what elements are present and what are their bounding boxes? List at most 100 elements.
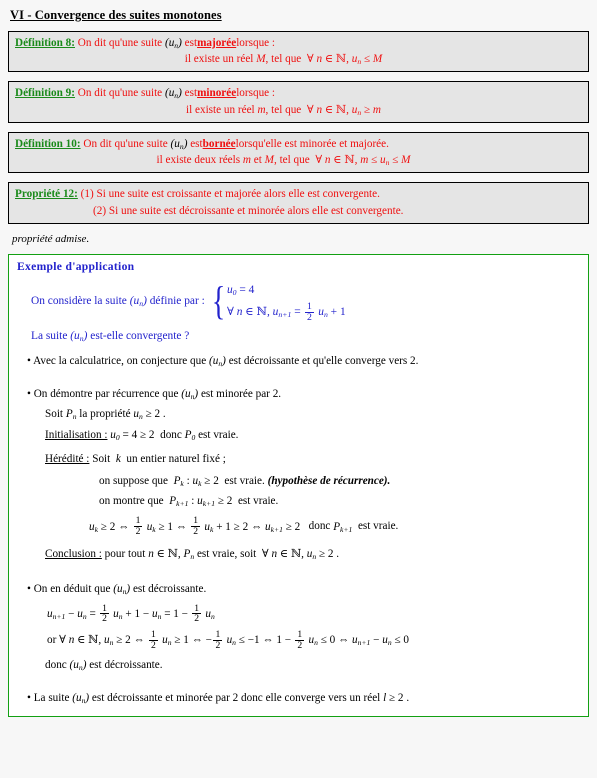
heredite-recurrence-note: (hypothèse de récurrence). (267, 474, 391, 487)
definition-8-line-1: Définition 8: On dit qu'une suite (un) e… (15, 35, 582, 51)
system-brace-icon: { (211, 278, 226, 324)
system-row-recurrence: ∀ n ∈ ℕ, un+1 = 12 un + 1 (226, 300, 346, 323)
example-question-suffix: est-elle convergente ? (90, 330, 190, 343)
definition-8-statement-mid: , tel que (265, 53, 302, 66)
conclusion-text: pour tout n ∈ ℕ, Pn est vraie, soit ∀ n … (104, 547, 340, 561)
example-bullet-3: • On en déduit que (un) est décroissante… (27, 582, 207, 596)
definition-10-statement-mid: , tel que (273, 154, 310, 167)
property-12-label: Propriété 12: (15, 188, 78, 201)
definition-10-intro-after: lorsqu'elle est minorée et majorée. (235, 137, 389, 150)
property-pn-symbol: Pn (65, 407, 77, 421)
definition-10-line-1: Définition 10: On dit qu'une suite (un) … (15, 136, 582, 152)
definition-9-intro-mid: est (184, 87, 198, 100)
definition-9-formula: ∀ n ∈ ℕ, un ≥ m (306, 102, 381, 117)
property-box-12: Propriété 12: (1) Si une suite est crois… (8, 182, 589, 224)
example-question-sequence: (un) (70, 330, 88, 343)
definition-8-line-2: il existe un réel M, tel que ∀ n ∈ ℕ, un… (15, 51, 582, 67)
decreasing-conclusion: donc (un) est décroissante. (45, 657, 580, 674)
definition-8-statement-prefix: il existe un réel (184, 53, 254, 66)
property-pn-definition: Soit Pn la propriété un ≥ 2 . (45, 406, 580, 423)
heredite-line3-suffix: est vraie. (237, 494, 279, 507)
property-12-line-1: Propriété 12: (1) Si une suite est crois… (15, 186, 582, 202)
definition-8-keyword: majorée (197, 37, 237, 49)
definition-8-label: Définition 8: (15, 37, 75, 49)
property-12-item-1: (1) Si une suite est croissante et major… (80, 188, 380, 201)
heredite-label: Hérédité : (45, 453, 90, 466)
definition-10-statement-prefix: il existe deux réels (156, 154, 241, 167)
admitted-property-note: propriété admise. (12, 232, 90, 245)
donc-prefix: donc (45, 658, 67, 671)
example-question: La suite (un) est-elle convergente ? (31, 330, 580, 343)
definition-9-intro-after: lorsque : (236, 87, 276, 100)
example-bullet-2: • On démontre par récurrence que (un) es… (27, 387, 282, 401)
system-row-initial: u0 = 4 (226, 283, 255, 297)
definition-8-intro-after: lorsque : (236, 37, 276, 49)
donc-sequence: (un) (69, 658, 87, 672)
document-page: VI - Convergence des suites monotones Dé… (0, 0, 597, 778)
conclusion-line: Conclusion : pour tout n ∈ ℕ, Pn est vra… (45, 544, 580, 565)
example-bullet-1: • Avec la calculatrice, on conjecture qu… (27, 355, 419, 368)
heredite-line2-prefix: on suppose que (99, 474, 168, 487)
page-title: VI - Convergence des suites monotones (10, 8, 222, 22)
decreasing-equivalence-chain: or ∀ n ∈ ℕ, un ≥ 2 ⇔ 12 un ≥ 1 ⇔ −1 2 un … (47, 629, 409, 651)
property-12-item-2: (2) Si une suite est décroissante et min… (93, 204, 404, 217)
example-definition-statement: On considère la suite (un) définie par :… (31, 280, 580, 323)
bullet-3-sequence: (un) (113, 582, 131, 596)
definition-10-statement-var: m (242, 154, 251, 167)
definition-10-keyword: bornée (202, 137, 236, 150)
initialisation-label: Initialisation : (45, 429, 108, 442)
conclusion-label: Conclusion : (45, 548, 102, 561)
definition-box-10: Définition 10: On dit qu'une suite (un) … (8, 131, 589, 174)
bullet-3-text-after: est décroissante. (132, 582, 207, 595)
bullet-2-sequence: (un) (181, 387, 199, 401)
definition-8-intro-mid: est (184, 37, 198, 49)
example-intro-text: On considère la suite (31, 295, 127, 308)
definition-10-intro: On dit qu'une suite (83, 137, 168, 150)
definition-8-statement-var: M (256, 53, 266, 66)
definition-9-line-2: il existe un réel m, tel que ∀ n ∈ ℕ, un… (15, 102, 582, 118)
definition-9-statement-prefix: il existe un réel (186, 103, 255, 116)
heredite-text: Soit k un entier naturel fixé ; (92, 453, 226, 466)
definition-10-formula: ∀ n ∈ ℕ, m ≤ un ≤ M (315, 153, 411, 168)
system-frac-denominator: 2 (304, 311, 314, 323)
initialisation-formula: u0 = 4 ≥ 2 donc P0 est vraie. (110, 429, 239, 443)
heredite-goal-line: on montre que Pk+1 : uk+1 ≥ 2 est vraie. (99, 493, 580, 510)
difference-equation: un+1 − un = 12 un + 1 − un = 1 − 12 un (47, 602, 215, 625)
bullet-4-sequence: (un) (72, 691, 90, 705)
definition-9-intro: On dit qu'une suite (77, 87, 163, 100)
bullet-4-limit: l ≥ 2 . (383, 691, 410, 704)
bullet-1-text-before: Avec la calculatrice, on conjecture que (33, 355, 207, 367)
definition-box-8: Définition 8: On dit qu'une suite (un) e… (8, 31, 589, 73)
heredite-line2-mid: est vraie. (224, 474, 265, 487)
definition-9-sequence: (un) (164, 87, 182, 101)
heredite-hypothesis-formula: Pk : uk ≥ 2 (173, 474, 219, 488)
heredite-chain-conclusion: donc Pk+1 est vraie. (308, 520, 399, 534)
initialisation-line: Initialisation : u0 = 4 ≥ 2 donc P0 est … (45, 425, 580, 446)
heredite-hypothesis-line: on suppose que Pk : uk ≥ 2 est vraie. (h… (99, 473, 580, 490)
soit-prefix: Soit (45, 407, 64, 420)
example-intro-after: définie par : (149, 295, 205, 308)
definition-box-9: Définition 9: On dit qu'une suite (un) e… (8, 81, 589, 123)
definition-8-sequence: (un) (164, 37, 182, 50)
example-bullet-4: • La suite (un) est décroissante et mino… (27, 691, 410, 705)
definition-8-formula: ∀ n ∈ ℕ, un ≤ M (306, 52, 383, 67)
recurrence-system: { u0 = 4 ∀ n ∈ ℕ, un+1 = 12 un + 1 (209, 280, 346, 323)
heredite-line3-prefix: on montre que (99, 494, 164, 507)
bullet-4-text-before: La suite (33, 691, 70, 704)
example-intro-sequence: (un) (129, 295, 147, 308)
bullet-4-text-after: est décroissante et minorée par 2 donc e… (91, 691, 381, 704)
bullet-1-text-after: est décroissante et qu'elle converge ver… (228, 355, 419, 367)
donc-suffix: est décroissante. (89, 658, 163, 671)
definition-10-sequence: (un) (170, 137, 188, 151)
definition-9-statement-var: m (257, 103, 266, 116)
definition-8-intro: On dit qu'une suite (77, 37, 163, 49)
heredite-line: Hérédité : Soit k un entier naturel fixé… (45, 449, 580, 470)
soit-mid: la propriété (79, 407, 131, 420)
definition-9-statement-mid: , tel que (265, 103, 302, 116)
definition-10-line-2: il existe deux réels m et M, tel que ∀ n… (156, 153, 411, 168)
system-frac-numerator: 1 (306, 300, 312, 312)
bullet-3-text-before: On en déduit que (33, 582, 111, 595)
example-box: Exemple d'application On considère la su… (8, 253, 589, 718)
example-title: Exemple d'application (17, 259, 135, 273)
definition-9-line-1: Définition 9: On dit qu'une suite (un) e… (15, 85, 582, 101)
